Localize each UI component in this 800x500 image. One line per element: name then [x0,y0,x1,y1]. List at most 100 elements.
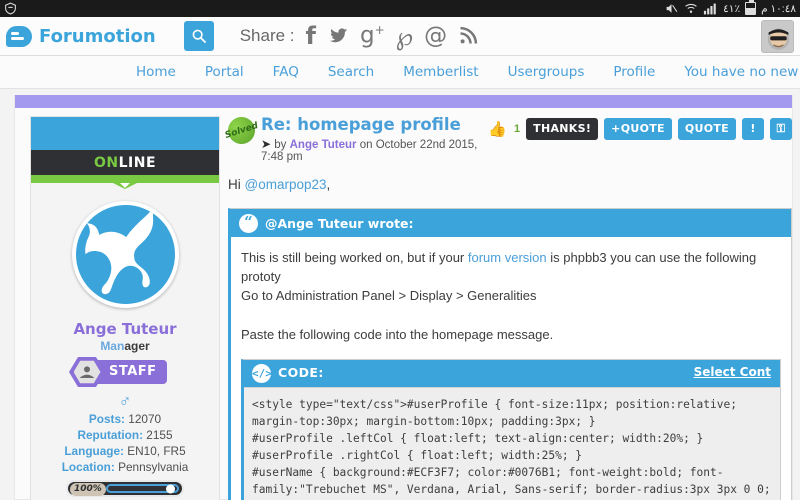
greeting-comma: , [326,177,331,193]
share-bar: Share : f g+ ℘ @ [240,24,478,49]
shield-icon [5,2,16,15]
cat-avatar-icon[interactable] [71,201,179,308]
avatar-wrapper [31,183,219,314]
user-avatar[interactable] [761,19,794,53]
reputation-track [106,484,179,493]
email-at-icon[interactable]: @ [424,24,447,48]
stat-language-label: Language: [64,444,124,458]
reputation-knob [166,484,175,493]
thumbs-up-icon[interactable]: 👍 [488,122,507,137]
quote-mark-icon: “ [239,213,258,233]
search-button[interactable] [183,21,214,51]
status-bar-left [4,2,664,15]
staff-badge: STAFF [69,356,181,388]
stat-posts-label: Posts: [88,412,125,426]
solved-badge: Solved [224,113,259,148]
report-button[interactable]: ! [742,118,764,140]
male-symbol: ♂ [118,392,132,411]
stat-location-value: Pennsylvania [118,460,189,474]
nav-profile[interactable]: Profile [613,64,655,80]
battery-icon [745,0,757,15]
mute-icon [666,4,678,13]
quote-content: This is still being worked on, but if yo… [231,237,791,500]
lock-report-button[interactable]: ⚿ [770,118,792,140]
status-clock: ١٠:٤٨ م [761,2,796,15]
forumotion-logo[interactable]: Forumotion [6,25,156,47]
online-status-bar: ONLINE [31,150,219,175]
facebook-icon[interactable]: f [306,24,316,48]
stat-language: Language: EN10, FR5 [31,444,219,458]
share-label: Share : [239,26,295,45]
post-meta-author[interactable]: Ange Tuteur [290,139,357,151]
user-mention[interactable]: @omarpop23 [245,177,327,192]
forum-content-card: ONLINE Ange Tuteur Manager STAFF ♂ Posts… [14,95,793,500]
stat-reputation-value: 2155 [146,428,173,442]
quote-block: “ @Ange Tuteur wrote: This is still bein… [228,208,792,500]
post-title[interactable]: Re: homepage profile [261,115,488,134]
profile-username[interactable]: Ange Tuteur [31,320,219,338]
code-block: </> CODE: Select Cont <style type="text/… [241,358,781,500]
main-navigation: Home Portal FAQ Search Memberlist Usergr… [0,56,800,89]
forum-version-link[interactable]: forum version [468,250,547,265]
wifi-icon [685,3,697,13]
rss-icon[interactable] [458,26,478,46]
post-title-block: Re: homepage profile ➤ by Ange Tuteur on… [261,115,488,163]
chat-bubble-icon [6,25,32,47]
post-header: Solved Re: homepage profile ➤ by Ange Tu… [224,113,792,163]
twitter-icon[interactable] [327,26,349,46]
stat-language-value: EN10, FR5 [127,444,186,458]
online-status-pointer [31,175,219,183]
profile-rank: Manager [31,339,219,353]
page-body: ONLINE Ange Tuteur Manager STAFF ♂ Posts… [0,89,800,500]
nav-home[interactable]: Home [136,64,176,80]
code-label: CODE: [278,364,324,380]
thanks-count: 1 [514,123,521,135]
quote-line-2: Go to Administration Panel > Display > G… [241,287,537,303]
post-meta-prefix: by [274,139,287,152]
stat-reputation: Reputation: 2155 [31,428,219,442]
nav-search[interactable]: Search [328,64,374,80]
nav-faq[interactable]: FAQ [273,64,299,80]
post-arrow-icon: ➤ [261,137,272,152]
brand-name: Forumotion [39,25,156,47]
quote-line-3: Paste the following code into the homepa… [241,326,554,342]
profile-banner [31,117,219,150]
avatar-face-icon [762,20,793,52]
quote-button[interactable]: QUOTE [677,118,736,140]
quote-author-label: @Ange Tuteur wrote: [265,215,414,231]
quote-text-a: This is still being worked on, but if yo… [241,250,468,266]
multiquote-button[interactable]: +QUOTE [604,118,672,140]
post-body-panel: Solved Re: homepage profile ➤ by Ange Tu… [220,113,792,500]
browser-page: Forumotion Share : f g+ ℘ @ Home Portal … [0,17,800,500]
category-accent-bar [15,95,792,108]
rank-part-2: ager [124,339,150,353]
battery-percent: ٤١٪ [723,2,741,15]
nav-usergroups[interactable]: Usergroups [508,64,585,80]
select-content-link[interactable]: Select Cont [694,364,771,381]
code-tag-icon: </> [252,363,272,383]
nav-messages[interactable]: You have no new messages [684,64,800,80]
google-plus-icon[interactable]: g+ [360,24,385,48]
post-meta: ➤ by Ange Tuteur on October 22nd 2015, 7… [261,137,488,163]
author-profile-panel: ONLINE Ange Tuteur Manager STAFF ♂ Posts… [30,116,220,500]
code-header: </> CODE: Select Cont [244,359,780,387]
code-content[interactable]: <style type="text/css">#userProfile { fo… [244,386,780,500]
post-message: Hi @omarpop23, “ @Ange Tuteur wrote: Thi… [228,177,792,500]
forumotion-header: Forumotion Share : f g+ ℘ @ [0,17,800,56]
stat-location: Location: Pennsylvania [31,460,219,474]
stat-posts-value: 12070 [128,412,162,426]
search-icon [192,29,206,43]
signal-icon [704,3,716,14]
pinterest-icon[interactable]: ℘ [396,24,413,49]
stat-location-label: Location: [61,460,115,474]
post-action-buttons: 👍 1 THANKS! +QUOTE QUOTE ! ⚿ [488,116,792,140]
quote-header: “ @Ange Tuteur wrote: [231,209,791,238]
nav-portal[interactable]: Portal [205,64,244,80]
rank-part-1: Man [100,339,125,353]
nav-memberlist[interactable]: Memberlist [403,64,478,80]
reputation-percent: 100% [70,483,106,496]
quote-line-1: This is still being worked on, but if yo… [241,249,781,287]
post-container: ONLINE Ange Tuteur Manager STAFF ♂ Posts… [15,108,792,500]
stat-reputation-label: Reputation: [77,428,143,442]
thanks-button[interactable]: THANKS! [526,118,599,140]
